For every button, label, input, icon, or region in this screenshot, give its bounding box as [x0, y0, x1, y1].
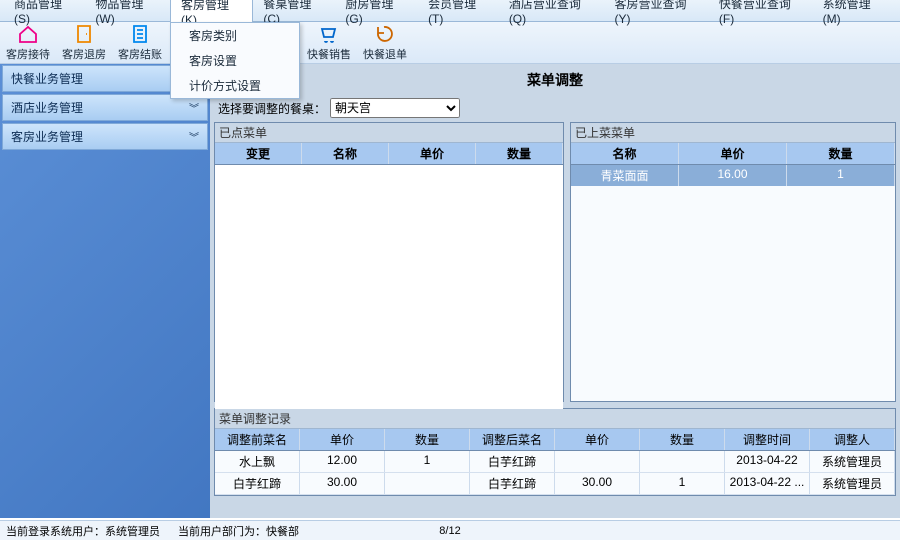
menu-item[interactable]: 客房营业查询(Y) [605, 0, 709, 28]
door-icon [73, 23, 95, 45]
filter-label: 选择要调整的餐桌： [218, 100, 326, 117]
menu-dropdown: 客房类别客房设置计价方式设置 [170, 22, 300, 99]
toolbar: 客房接待客房退房客房结账酒店修单酒店结账快餐销售快餐退单 [0, 22, 900, 64]
chevron-down-icon: ︾ [189, 100, 199, 115]
column-header: 数量 [385, 429, 470, 450]
sidebar-group[interactable]: 客房业务管理︾ [2, 123, 208, 150]
page-title: 菜单调整 [214, 68, 896, 96]
menu-dropdown-item[interactable]: 客房设置 [171, 48, 299, 73]
served-panel-title: 已上菜菜单 [571, 123, 895, 143]
toolbar-button[interactable]: 快餐退单 [363, 23, 407, 62]
menu-item[interactable]: 系统管理(M) [813, 0, 896, 28]
bill-icon [129, 23, 151, 45]
cart-icon [318, 23, 340, 45]
table-select[interactable]: 朝天宫 [330, 98, 460, 118]
toolbar-button[interactable]: 客房退房 [62, 23, 106, 62]
column-header: 名称 [302, 143, 389, 164]
history-panel: 菜单调整记录 调整前菜名单价数量调整后菜名单价数量调整时间调整人 水上飘12.0… [214, 408, 896, 496]
table-row[interactable]: 水上飘12.001白芋红蹄2013-04-22系统管理员 [215, 451, 895, 473]
menu-item[interactable]: 会员管理(T) [418, 0, 499, 28]
menu-dropdown-item[interactable]: 客房类别 [171, 23, 299, 48]
column-header: 单价 [555, 429, 640, 450]
history-panel-title: 菜单调整记录 [215, 409, 895, 429]
column-header: 变更 [215, 143, 302, 164]
column-header: 调整时间 [725, 429, 810, 450]
main-area: 菜单调整 选择要调整的餐桌： 朝天宫 已点菜单 变更名称单价数量 已上菜菜单 名… [210, 64, 900, 518]
chevron-down-icon: ︾ [189, 129, 199, 144]
column-header: 数量 [476, 143, 563, 164]
statusbar: 当前登录系统用户：系统管理员 当前用户部门为：快餐部 8/12 [0, 520, 900, 540]
history-grid[interactable]: 水上飘12.001白芋红蹄2013-04-22系统管理员白芋红蹄30.00白芋红… [215, 451, 895, 495]
served-panel: 已上菜菜单 名称单价数量 青菜面面16.001 [570, 122, 896, 402]
menu-item[interactable]: 快餐营业查询(F) [709, 0, 813, 28]
column-header: 单价 [389, 143, 476, 164]
toolbar-button[interactable]: 客房结账 [118, 23, 162, 62]
page-indicator: 8/12 [439, 525, 460, 537]
menu-item[interactable]: 酒店营业查询(Q) [499, 0, 605, 28]
column-header: 调整人 [810, 429, 895, 450]
ordered-panel: 已点菜单 变更名称单价数量 [214, 122, 564, 402]
toolbar-button[interactable]: 快餐销售 [307, 23, 351, 62]
ordered-grid[interactable] [215, 165, 563, 409]
table-row[interactable]: 白芋红蹄30.00白芋红蹄30.0012013-04-22 ...系统管理员 [215, 473, 895, 495]
table-row[interactable]: 青菜面面16.001 [571, 165, 895, 186]
ordered-panel-title: 已点菜单 [215, 123, 563, 143]
menu-dropdown-item[interactable]: 计价方式设置 [171, 73, 299, 98]
menubar: 商品管理(S)物品管理(W)客房管理(K)餐桌管理(C)厨房管理(G)会员管理(… [0, 0, 900, 22]
column-header: 单价 [300, 429, 385, 450]
served-grid[interactable]: 青菜面面16.001 [571, 165, 895, 186]
column-header: 数量 [787, 143, 895, 164]
column-header: 调整后菜名 [470, 429, 555, 450]
column-header: 单价 [679, 143, 787, 164]
column-header: 名称 [571, 143, 679, 164]
toolbar-button[interactable]: 客房接待 [6, 23, 50, 62]
column-header: 数量 [640, 429, 725, 450]
sidebar: 快餐业务管理︾酒店业务管理︾客房业务管理︾ [0, 64, 210, 518]
column-header: 调整前菜名 [215, 429, 300, 450]
house-icon [17, 23, 39, 45]
undo-icon [374, 23, 396, 45]
